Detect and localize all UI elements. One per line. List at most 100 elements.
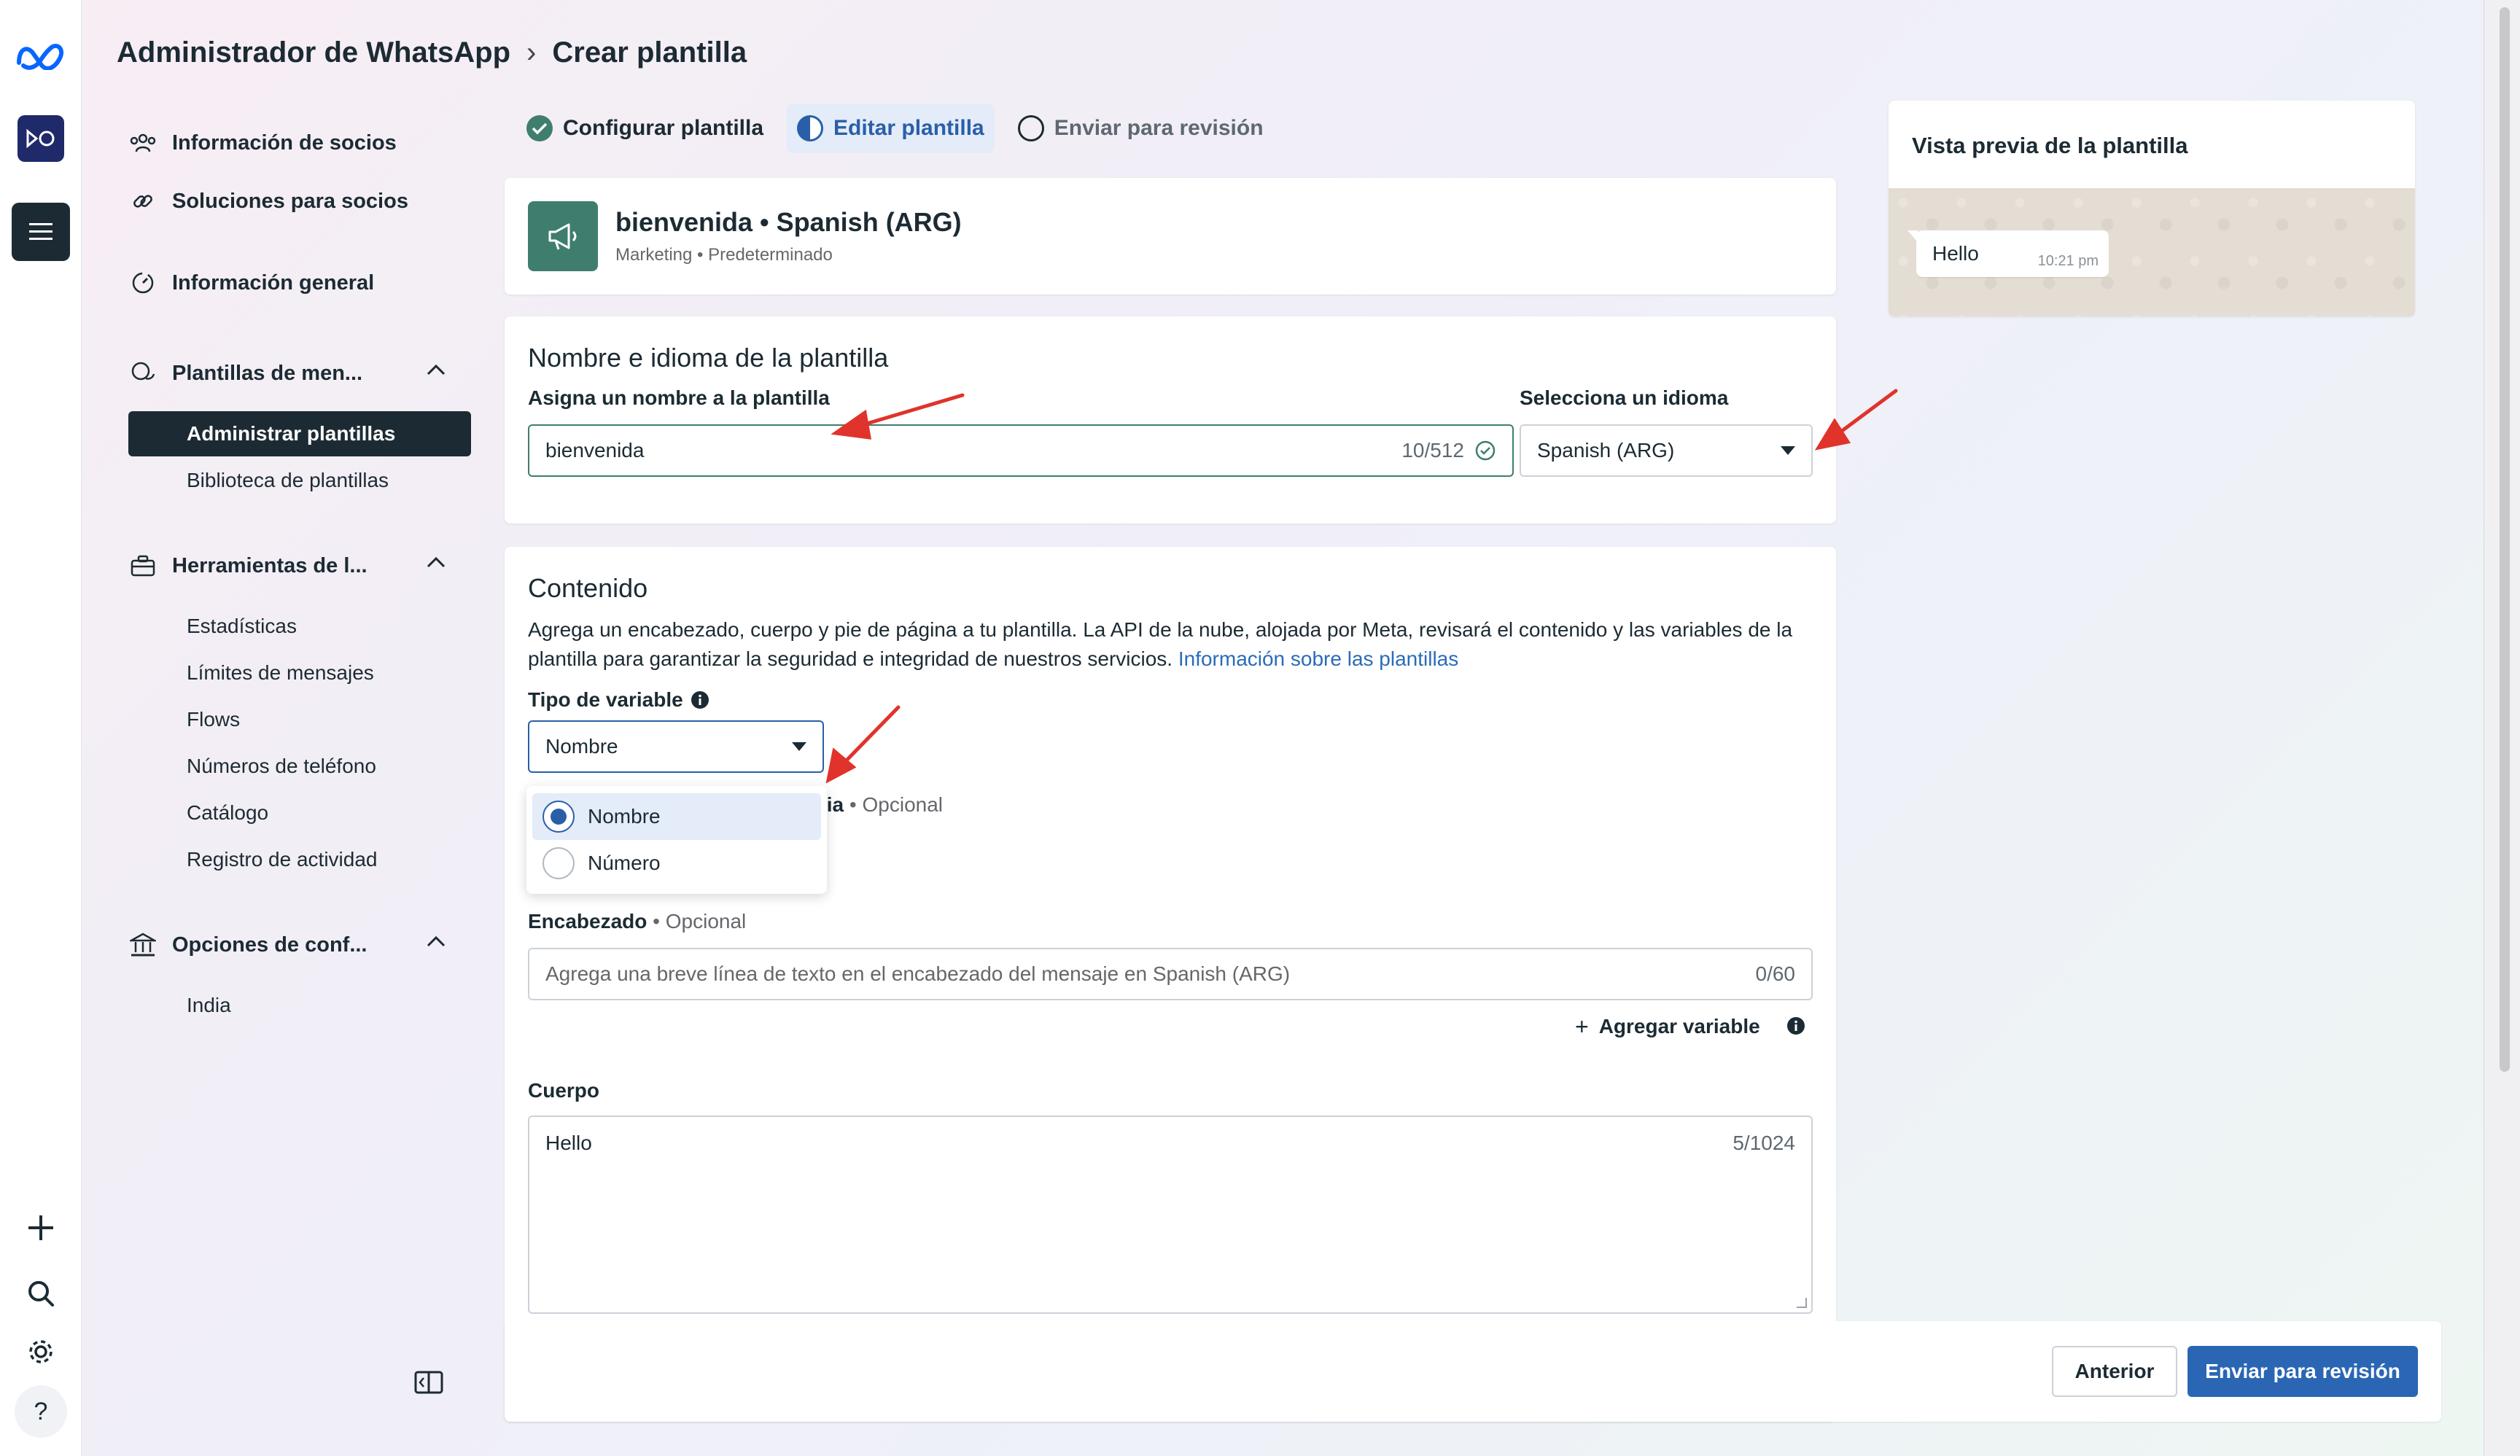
- nav-label: Plantillas de men...: [172, 361, 363, 385]
- meta-logo-icon[interactable]: [12, 26, 70, 85]
- nav-template-library[interactable]: Biblioteca de plantillas: [128, 458, 471, 503]
- nav-india[interactable]: India: [128, 983, 471, 1028]
- message-time: 10:21 pm: [2037, 253, 2099, 269]
- section-title: Nombre e idioma de la plantilla: [528, 343, 889, 373]
- nav-message-limits[interactable]: Límites de mensajes: [128, 650, 471, 696]
- chat-bubbles-icon: [128, 359, 158, 388]
- step-label: Configurar plantilla: [563, 116, 764, 140]
- dashboard-icon: [128, 268, 158, 297]
- char-count: 0/60: [1755, 962, 1796, 985]
- message-text: Hello: [1932, 242, 1979, 265]
- back-button[interactable]: Anterior: [2052, 1346, 2177, 1397]
- resize-handle-icon[interactable]: [1797, 1298, 1807, 1308]
- bank-icon: [128, 930, 158, 959]
- add-variable-button[interactable]: + Agregar variable: [1575, 1012, 1760, 1041]
- body-textarea[interactable]: Hello 5/1024: [528, 1116, 1813, 1314]
- template-header-card: bienvenida • Spanish (ARG) Marketing • P…: [505, 178, 1836, 295]
- template-name-value: bienvenida: [545, 439, 645, 462]
- nav-phone-numbers[interactable]: Números de teléfono: [128, 744, 471, 789]
- nav-flows[interactable]: Flows: [128, 697, 471, 742]
- plus-icon[interactable]: [12, 1199, 70, 1257]
- name-label: Asigna un nombre a la plantilla: [528, 386, 830, 409]
- menu-option-nombre[interactable]: Nombre: [532, 793, 821, 840]
- template-title: bienvenida • Spanish (ARG): [615, 207, 962, 237]
- nav-label: Información general: [172, 270, 375, 295]
- briefcase-icon: [128, 551, 158, 580]
- nav-catalog[interactable]: Catálogo: [128, 790, 471, 836]
- people-icon: [128, 128, 158, 157]
- step-configure[interactable]: Configurar plantilla: [516, 104, 774, 153]
- window-edge: [2484, 0, 2520, 1456]
- caret-down-icon: [792, 742, 806, 751]
- link-icon: [128, 187, 158, 216]
- variable-type-select[interactable]: Nombre: [528, 720, 824, 773]
- nav-label: Herramientas de l...: [172, 553, 368, 577]
- nav-label: Información de socios: [172, 131, 397, 155]
- variable-type-label: Tipo de variable: [528, 688, 709, 712]
- header-label: Encabezado • Opcional: [528, 910, 746, 933]
- chevron-up-icon[interactable]: [426, 363, 446, 376]
- breadcrumb: Administrador de WhatsApp › Crear planti…: [117, 31, 747, 74]
- step-edit[interactable]: Editar plantilla: [787, 104, 995, 153]
- chevron-up-icon[interactable]: [426, 935, 446, 948]
- header-placeholder: Agrega una breve línea de texto en el en…: [545, 962, 1291, 985]
- submit-review-button[interactable]: Enviar para revisión: [2188, 1346, 2418, 1397]
- nav-tools[interactable]: Herramientas de l...: [128, 542, 471, 589]
- option-label: Número: [588, 852, 661, 874]
- template-meta: Marketing • Predeterminado: [615, 245, 833, 265]
- template-name-input[interactable]: bienvenida 10/512: [528, 424, 1514, 477]
- variable-type-label-text: Tipo de variable: [528, 688, 683, 711]
- info-icon[interactable]: [691, 690, 709, 709]
- header-label-text: Encabezado: [528, 910, 648, 933]
- nav-manage-templates[interactable]: Administrar plantillas: [128, 411, 471, 456]
- empty-circle-icon: [1017, 115, 1044, 141]
- breadcrumb-root[interactable]: Administrador de WhatsApp: [117, 36, 510, 69]
- templates-info-link[interactable]: Información sobre las plantillas: [1178, 647, 1458, 670]
- optional-tag: • Opcional: [647, 910, 747, 933]
- menu-option-numero[interactable]: Número: [532, 840, 821, 887]
- body-label: Cuerpo: [528, 1079, 599, 1102]
- nav-statistics[interactable]: Estadísticas: [128, 604, 471, 649]
- nav-activity-log[interactable]: Registro de actividad: [128, 837, 471, 882]
- preview-card: Vista previa de la plantilla Hello 10:21…: [1889, 101, 2415, 316]
- nav-overview[interactable]: Información general: [128, 260, 471, 306]
- nav-partner-solutions[interactable]: Soluciones para socios: [128, 178, 471, 225]
- info-icon[interactable]: [1786, 1016, 1805, 1039]
- footer-bar: Anterior Enviar para revisión: [505, 1321, 2441, 1422]
- variable-type-menu: Nombre Número: [526, 786, 827, 894]
- preview-chat-area: Hello 10:21 pm: [1889, 188, 2415, 316]
- search-icon[interactable]: [12, 1264, 70, 1323]
- nav-partner-info[interactable]: Información de socios: [128, 120, 471, 166]
- add-variable-label: Agregar variable: [1598, 1015, 1760, 1038]
- chevron-up-icon[interactable]: [426, 556, 446, 569]
- media-label: lia • Opcional: [821, 793, 943, 817]
- header-input[interactable]: Agrega una breve línea de texto en el en…: [528, 948, 1813, 1000]
- caret-down-icon: [1781, 446, 1795, 455]
- option-label: Nombre: [588, 805, 661, 828]
- optional-tag: • Opcional: [844, 793, 944, 816]
- scrollbar-thumb[interactable]: [2500, 7, 2510, 1072]
- nav-templates[interactable]: Plantillas de men...: [128, 350, 471, 397]
- menu-icon[interactable]: [12, 203, 70, 261]
- app-switcher-icon[interactable]: [18, 115, 64, 162]
- check-circle-icon: [526, 115, 553, 141]
- megaphone-icon: [528, 201, 598, 271]
- section-title: Contenido: [528, 573, 648, 603]
- step-submit[interactable]: Enviar para revisión: [1008, 104, 1274, 153]
- message-bubble: Hello 10:21 pm: [1908, 230, 2109, 277]
- plus-icon: +: [1575, 1013, 1589, 1040]
- language-select[interactable]: Spanish (ARG): [1520, 424, 1813, 477]
- half-circle-icon: [797, 115, 824, 141]
- body-value: Hello: [545, 1132, 592, 1154]
- content-desc-text: Agrega un encabezado, cuerpo y pie de pá…: [528, 618, 1793, 670]
- arrow-language-field: [1831, 389, 1898, 440]
- name-language-card: Nombre e idioma de la plantilla Asigna u…: [505, 316, 1836, 523]
- help-icon[interactable]: ?: [15, 1385, 67, 1438]
- gear-icon[interactable]: [12, 1323, 70, 1381]
- nav-config-options[interactable]: Opciones de conf...: [128, 922, 471, 968]
- char-count: 5/1024: [1732, 1132, 1795, 1154]
- collapse-sidebar-icon[interactable]: [414, 1371, 443, 1398]
- char-count: 10/512: [1401, 439, 1464, 462]
- radio-empty-icon: [542, 847, 575, 879]
- preview-title: Vista previa de la plantilla: [1912, 133, 2188, 158]
